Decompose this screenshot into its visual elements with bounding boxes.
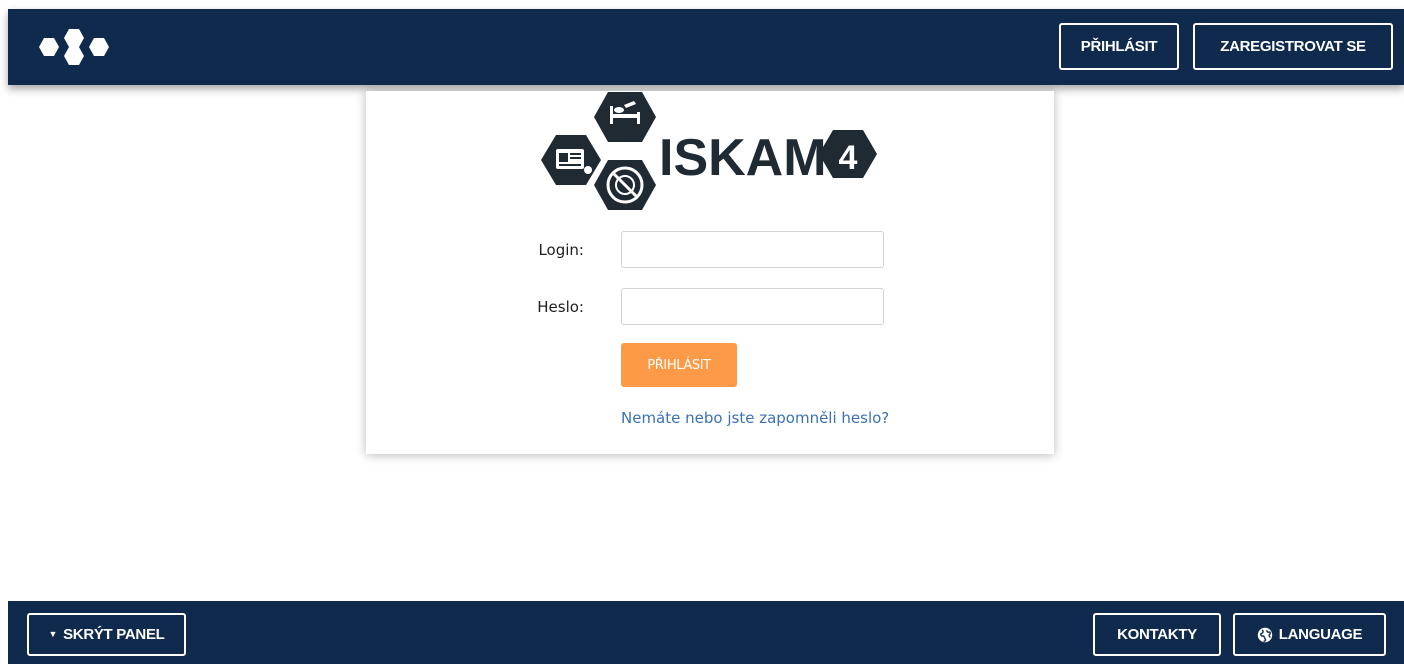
- id-card-icon: [541, 135, 601, 185]
- login-button-top[interactable]: PŘIHLÁSIT: [1059, 23, 1179, 70]
- globe-icon: [1257, 627, 1272, 642]
- language-label: LANGUAGE: [1278, 626, 1363, 643]
- bed-icon: [594, 92, 656, 142]
- login-submit-button[interactable]: PŘIHLÁSIT: [621, 343, 737, 387]
- login-card: ISKAM 4 Login: Heslo: PŘIHLÁSIT Nemáte n…: [366, 91, 1054, 454]
- top-navbar: PŘIHLÁSIT ZAREGISTROVAT SE: [8, 9, 1404, 85]
- version-badge: 4: [819, 130, 877, 178]
- language-button[interactable]: LANGUAGE: [1233, 613, 1386, 656]
- bottom-panel: ▼ SKRÝT PANEL KONTAKTY LANGUAGE: [8, 601, 1404, 664]
- logo-wordmark: ISKAM: [659, 129, 827, 187]
- forgot-password-link[interactable]: Nemáte nebo jste zapomněli heslo?: [621, 409, 891, 428]
- plate-icon: [594, 160, 656, 210]
- password-input[interactable]: [621, 288, 884, 325]
- register-button[interactable]: ZAREGISTROVAT SE: [1193, 23, 1393, 70]
- logo-version: 4: [839, 139, 858, 177]
- login-input[interactable]: [621, 231, 884, 268]
- hide-panel-button[interactable]: ▼ SKRÝT PANEL: [27, 613, 186, 656]
- hexagon-cluster-icon[interactable]: [38, 26, 110, 70]
- login-label: Login:: [538, 241, 584, 259]
- hide-panel-label: SKRÝT PANEL: [63, 626, 165, 643]
- caret-down-icon: ▼: [48, 629, 58, 639]
- contacts-button[interactable]: KONTAKTY: [1093, 613, 1221, 656]
- iskam-logo: ISKAM 4: [541, 92, 877, 210]
- password-label: Heslo:: [537, 298, 584, 316]
